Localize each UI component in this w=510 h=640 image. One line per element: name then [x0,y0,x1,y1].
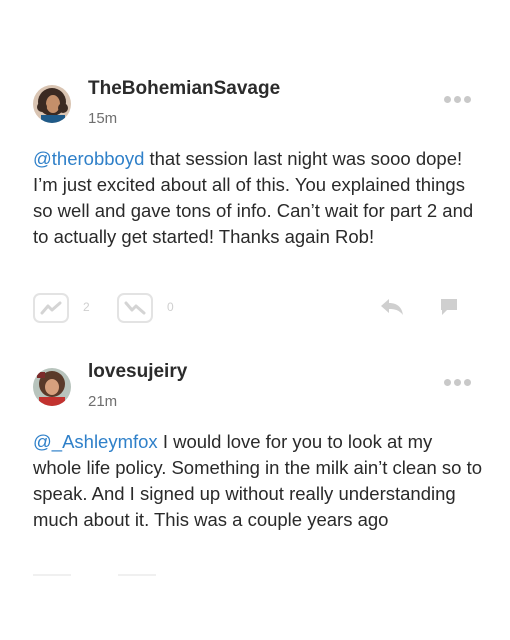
comment-text: @therobboyd that session last night was … [33,146,483,250]
username[interactable]: lovesujeiry [88,361,187,383]
dislike-button[interactable] [117,293,153,323]
username[interactable]: TheBohemianSavage [88,78,280,100]
dislike-count: 0 [167,300,174,314]
mention-link[interactable]: @_Ashleymfox [33,431,158,452]
more-options-button[interactable] [444,96,471,103]
avatar[interactable] [33,368,71,406]
timestamp: 21m [88,393,118,410]
action-bar-partial [33,574,71,580]
action-bar-partial [118,574,156,580]
reply-icon[interactable] [379,297,405,322]
trend-down-icon [124,301,146,315]
comment-text: @_Ashleymfox I would love for you to loo… [33,429,483,533]
ellipsis-icon [444,379,451,386]
mention-link[interactable]: @therobboyd [33,148,144,169]
like-count: 2 [83,300,90,314]
like-button[interactable] [33,293,69,323]
avatar[interactable] [33,85,71,123]
trend-up-icon [40,301,62,315]
timestamp: 15m [88,110,118,127]
ellipsis-icon [444,96,451,103]
comment-icon[interactable] [439,297,459,322]
action-bar: 2 0 [33,293,463,329]
more-options-button[interactable] [444,379,471,386]
